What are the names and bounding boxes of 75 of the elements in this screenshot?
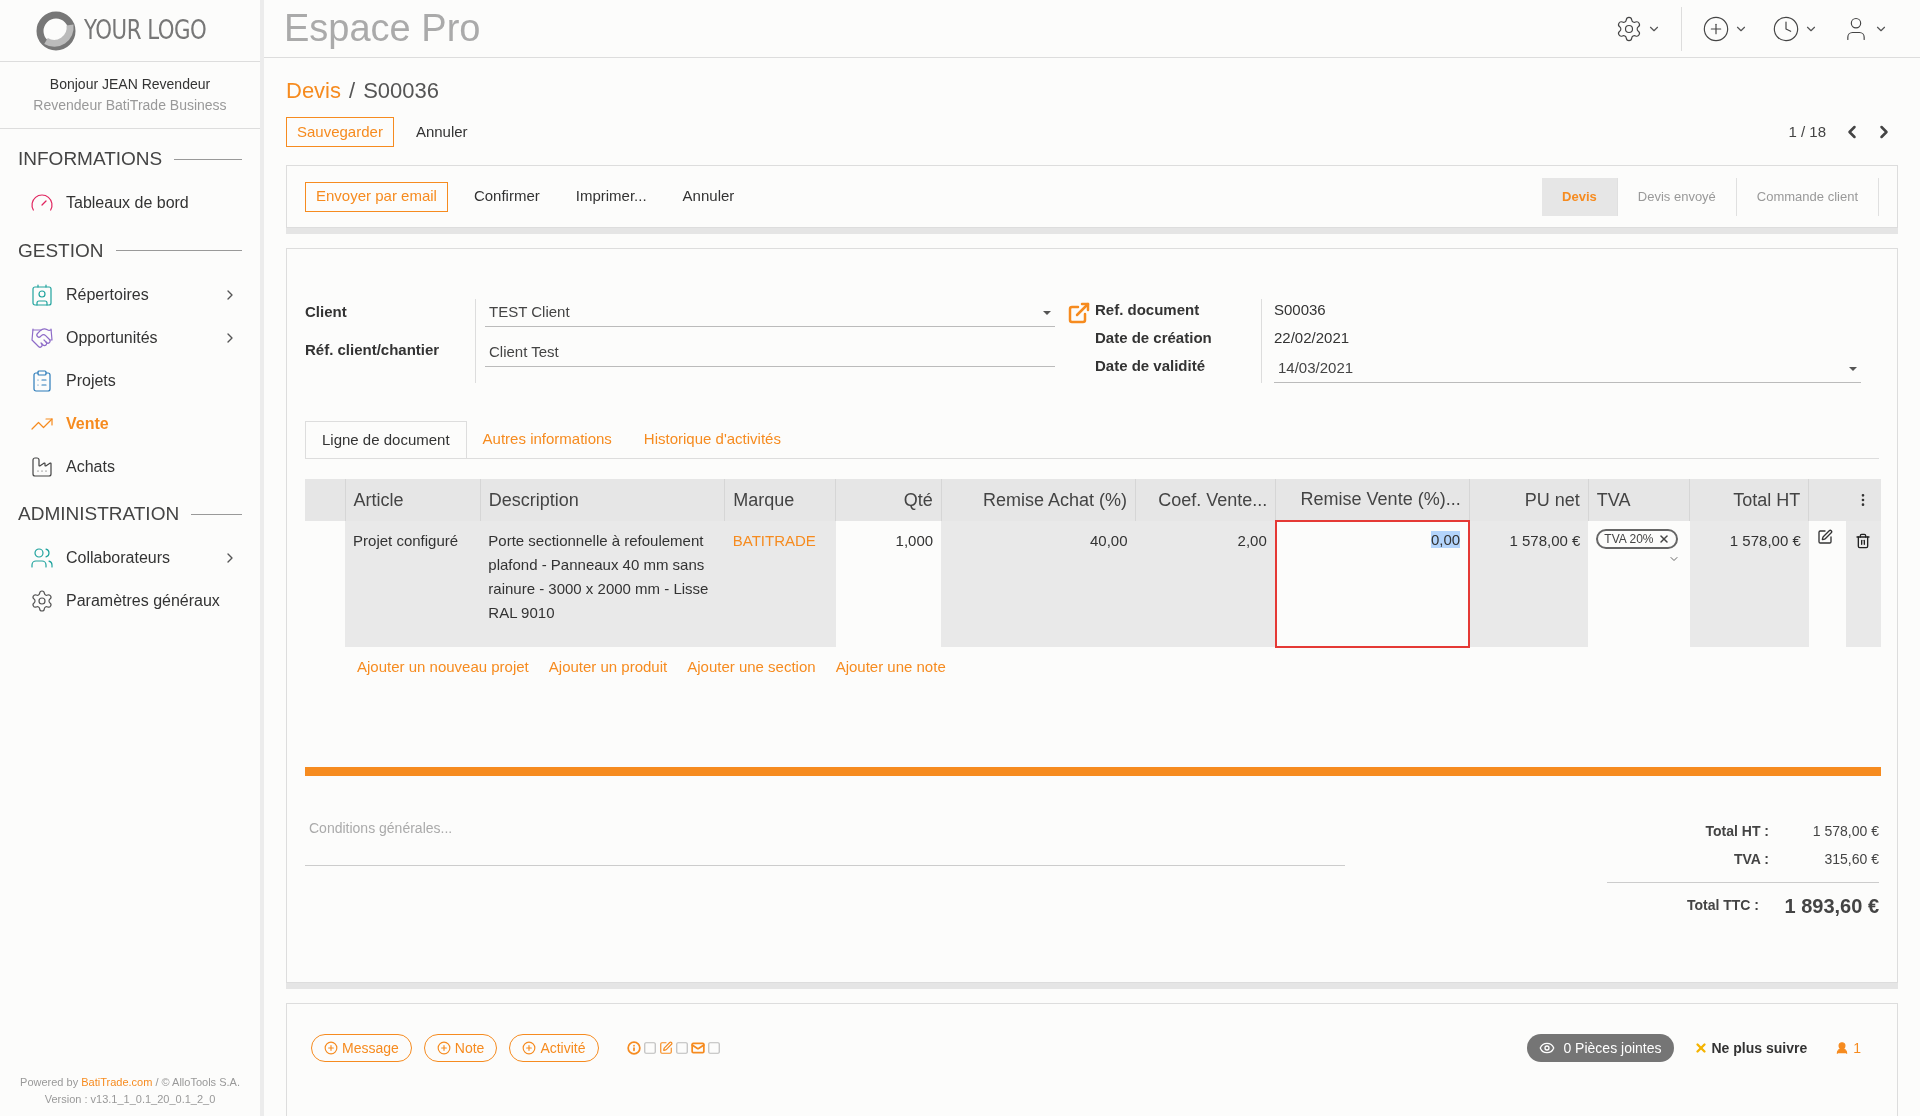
sidebar-item[interactable]: Répertoires (18, 273, 242, 316)
section-heading: GESTION (18, 238, 104, 263)
table-cell-text: 40,00 (1088, 531, 1128, 551)
plus-circle-icon (436, 1041, 451, 1055)
select-field[interactable]: 14/03/2021 (1274, 355, 1861, 383)
table-cell-text: 1 578,00 € (1728, 531, 1801, 551)
field-value: 22/02/2021 (1274, 328, 1351, 348)
table-cell-text: 1,000 (894, 531, 934, 551)
text-button[interactable]: Annuler (672, 181, 745, 212)
edit-icon[interactable] (1816, 529, 1833, 545)
sidebar-item[interactable]: Tableaux de bord (18, 181, 242, 225)
text-button[interactable]: Annuler (405, 117, 478, 147)
sidebar-item[interactable]: Achats (18, 445, 242, 488)
contact-card-icon (30, 282, 54, 307)
powered-by-text: Powered by BatiTrade.com / © AlloTools S.A. (19, 1075, 241, 1090)
select-field[interactable]: TEST Client (485, 299, 1055, 327)
total-value: 1 578,00 € (1811, 822, 1879, 841)
user-role: Revendeur BatiTrade Business (32, 96, 228, 115)
breadcrumb-current: S00036 (363, 77, 439, 105)
logo-text: YOUR LOGO (84, 14, 207, 47)
add-menu-button[interactable] (1702, 14, 1748, 43)
total-label: Total TTC : (1686, 896, 1759, 915)
plus-circle-icon (522, 1041, 537, 1055)
breadcrumb-separator: / (349, 77, 356, 105)
clock-menu-button[interactable] (1772, 14, 1818, 43)
sidebar-item[interactable]: Collaborateurs (18, 536, 242, 580)
plus-circle-icon (324, 1041, 338, 1055)
field-value: S00036 (1274, 300, 1327, 320)
total-value: 315,60 € (1823, 850, 1879, 869)
input-field[interactable]: Client Test (485, 339, 1055, 367)
text-button[interactable]: Imprimer... (565, 181, 657, 212)
field-label: Réf. client/chantier (305, 340, 441, 360)
factory-icon (30, 454, 54, 479)
logo-icon (36, 10, 76, 51)
remove-icon[interactable] (1657, 533, 1670, 545)
section-heading: INFORMATIONS (18, 147, 163, 171)
table-cell-text: Projet configuré (353, 531, 460, 551)
tax-tag[interactable]: TVA 20% (1596, 529, 1678, 549)
field-label: Date de création (1095, 328, 1213, 348)
version-text: Version : v13.1_1_0.1_20_0.1_2_0 (43, 1092, 217, 1107)
total-value: 1 893,60 € (1783, 893, 1879, 919)
gears-icon (30, 589, 54, 613)
text-button[interactable]: Confirmer (463, 181, 550, 212)
close-icon (1693, 1041, 1708, 1055)
table-cell-text: 2,00 (1236, 531, 1267, 551)
clipboard-icon (30, 368, 54, 393)
clock-icon (1772, 14, 1800, 43)
user-greeting: Bonjour JEAN Revendeur (48, 75, 212, 94)
caret-icon (1043, 310, 1051, 315)
field-label: Ref. document (1095, 300, 1201, 320)
sidebar-item[interactable]: Paramètres généraux (18, 579, 242, 623)
total-label: TVA : (1734, 850, 1769, 869)
sidebar-item[interactable]: Opportunités (18, 316, 242, 359)
eye-icon (1539, 1040, 1556, 1056)
attachments-button[interactable]: 0 Pièces jointes (1527, 1034, 1674, 1062)
add-icon (1702, 14, 1730, 43)
table-cell-text: 1 578,00 € (1508, 531, 1581, 551)
section-heading: ADMINISTRATION (18, 502, 180, 526)
discount-input[interactable]: 0,00 (1284, 530, 1461, 550)
caret-icon (1849, 366, 1857, 371)
total-label: Total HT : (1705, 822, 1769, 841)
app-title: Espace Pro (284, 6, 482, 51)
handshake-icon (30, 325, 54, 350)
pager-text: 1 / 18 (1788, 121, 1826, 142)
settings-menu-button[interactable] (1615, 14, 1661, 43)
sidebar-item[interactable]: Projets (18, 359, 242, 402)
field-label: Date de validité (1095, 356, 1207, 376)
person-icon (1835, 1041, 1850, 1055)
users-icon (30, 546, 54, 570)
delete-icon[interactable] (1855, 533, 1872, 549)
settings-icon (1615, 14, 1643, 43)
field-label: Client (305, 302, 348, 322)
unfollow-button[interactable]: Ne plus suivre (1693, 1034, 1808, 1062)
tab[interactable]: Ligne de document (305, 421, 467, 458)
table-cell-text: Porte sectionnelle à refoulement plafond - Panneaux 40 mm sans rainure - 3000 x 2000 mm - Lisse RAL 9010 (488, 531, 710, 623)
